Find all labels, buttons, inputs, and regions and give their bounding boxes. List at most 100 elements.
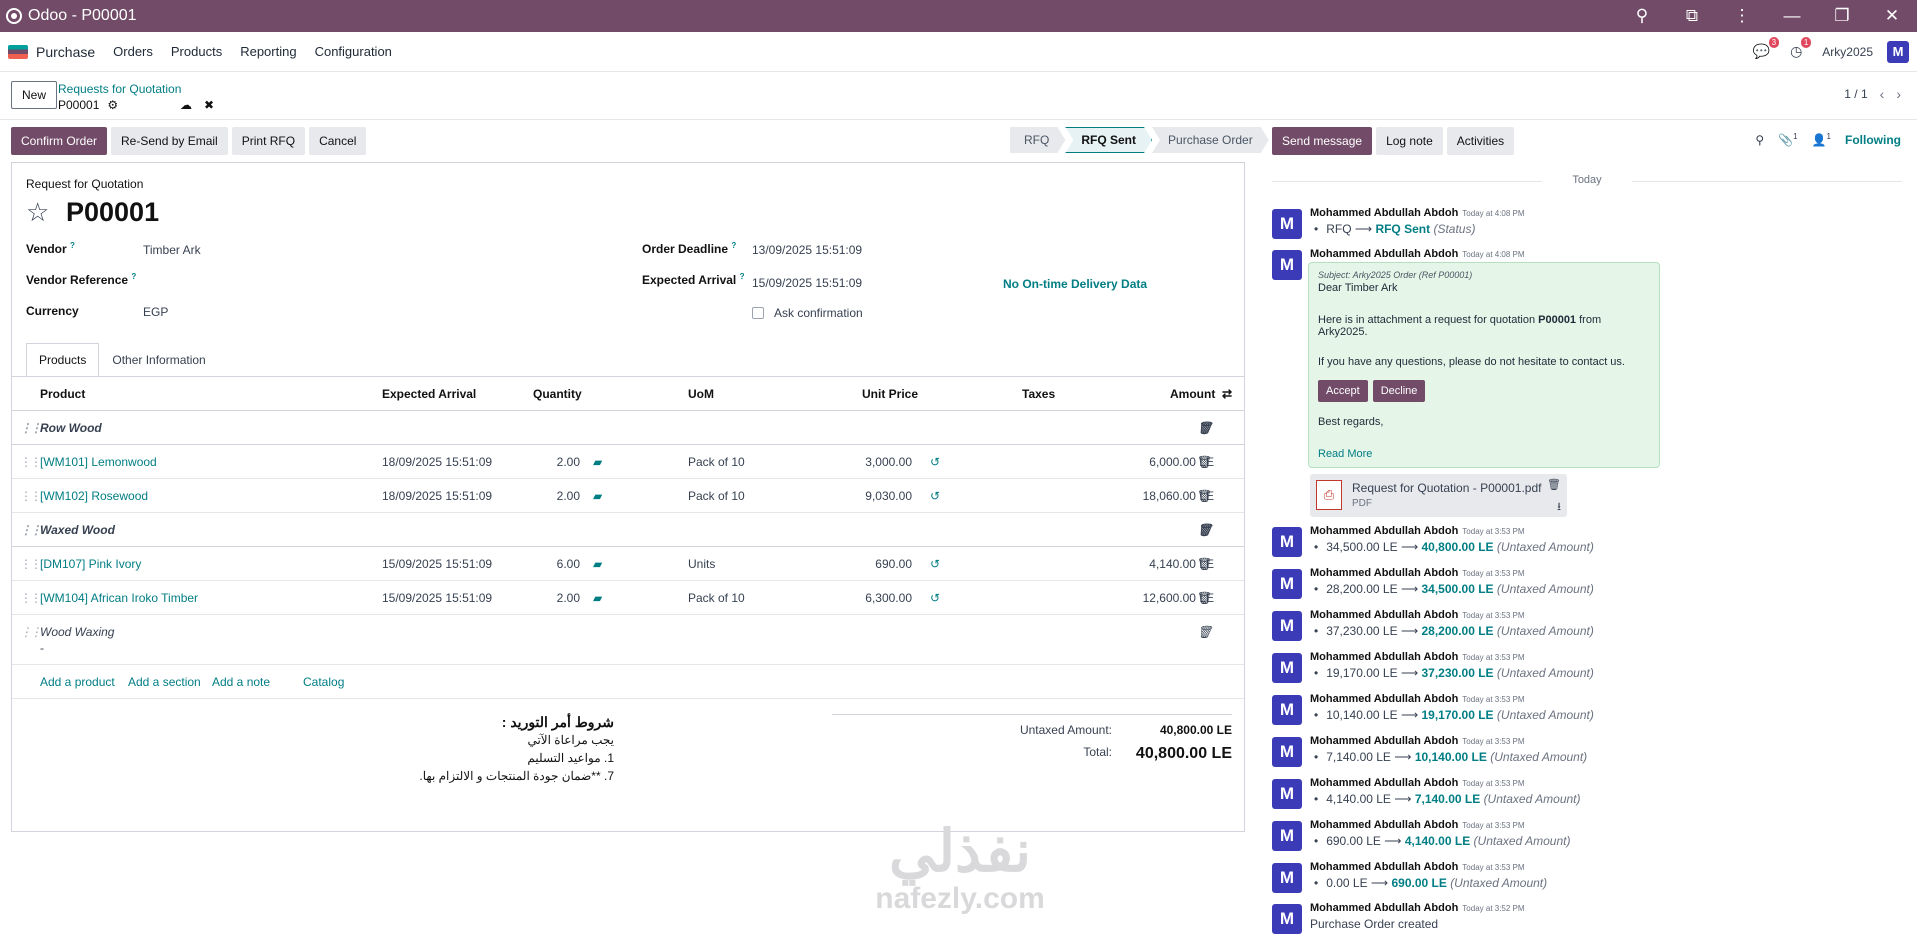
save-cloud-icon[interactable]: ☁ xyxy=(180,98,192,112)
author-name[interactable]: Mohammed Abdullah Abdoh xyxy=(1310,861,1458,873)
line-unit-price[interactable]: 9,030.00 xyxy=(865,489,912,503)
followers-button[interactable]: 👤1 xyxy=(1812,132,1831,147)
author-avatar[interactable]: M xyxy=(1272,904,1302,934)
catalog-link[interactable]: Catalog xyxy=(303,675,344,689)
col-unit-price[interactable]: Unit Price xyxy=(862,387,918,401)
app-name[interactable]: Purchase xyxy=(36,44,95,60)
following-button[interactable]: Following xyxy=(1845,133,1901,147)
author-name[interactable]: Mohammed Abdullah Abdoh xyxy=(1310,819,1458,831)
forecast-chart-icon[interactable]: ▰ xyxy=(593,557,602,571)
more-options-icon[interactable]: ⋮ xyxy=(1717,0,1767,32)
attachment-name[interactable]: Request for Quotation - P00001.pdf xyxy=(1352,481,1541,495)
menu-products[interactable]: Products xyxy=(171,44,222,59)
stage-rfq[interactable]: RFQ xyxy=(1010,127,1065,153)
order-deadline-field[interactable]: 13/09/2025 15:51:09 xyxy=(752,243,862,257)
stage-purchase-order[interactable]: Purchase Order xyxy=(1152,127,1269,153)
line-quantity[interactable]: 6.00 xyxy=(557,557,580,571)
attachment-card[interactable]: ⎙ Request for Quotation - P00001.pdf PDF… xyxy=(1310,474,1567,517)
section-name[interactable]: Waxed Wood xyxy=(40,523,115,537)
line-uom[interactable]: Pack of 10 xyxy=(688,489,745,503)
vendor-field[interactable]: Timber Ark xyxy=(143,243,201,257)
author-name[interactable]: Mohammed Abdullah Abdoh xyxy=(1310,609,1458,621)
product-name[interactable]: [WM102] Rosewood xyxy=(40,489,148,503)
product-row[interactable]: ⋮⋮ [WM101] Lemonwood 18/09/2025 15:51:09… xyxy=(12,445,1244,479)
restore-button[interactable]: ❐ xyxy=(1817,0,1867,32)
author-name[interactable]: Mohammed Abdullah Abdoh xyxy=(1310,651,1458,663)
drag-handle-icon[interactable]: ⋮⋮ xyxy=(20,523,42,537)
trash-icon[interactable]: 🗑 xyxy=(1197,625,1212,639)
ask-confirmation[interactable]: Ask confirmation xyxy=(752,306,863,320)
author-name[interactable]: Mohammed Abdullah Abdoh xyxy=(1310,902,1458,914)
activities-button[interactable]: ◷ 1 xyxy=(1790,37,1812,60)
tab-other-information[interactable]: Other Information xyxy=(99,343,218,377)
author-name[interactable]: Mohammed Abdullah Abdoh xyxy=(1310,777,1458,789)
author-avatar[interactable]: M xyxy=(1272,611,1302,641)
minimize-button[interactable]: — xyxy=(1767,0,1817,32)
line-arrival[interactable]: 18/09/2025 15:51:09 xyxy=(382,455,492,469)
line-uom[interactable]: Pack of 10 xyxy=(688,591,745,605)
activities-button[interactable]: Activities xyxy=(1446,127,1515,155)
line-arrival[interactable]: 15/09/2025 15:51:09 xyxy=(382,557,492,571)
product-row[interactable]: ⋮⋮ [DM107] Pink Ivory 15/09/2025 15:51:0… xyxy=(12,547,1244,581)
author-name[interactable]: Mohammed Abdullah Abdoh xyxy=(1310,693,1458,705)
line-arrival[interactable]: 18/09/2025 15:51:09 xyxy=(382,489,492,503)
stage-rfq-sent[interactable]: RFQ Sent xyxy=(1065,127,1152,153)
section-row[interactable]: ⋮⋮ Row Wood 🗑 xyxy=(12,411,1244,445)
user-avatar[interactable]: M xyxy=(1887,40,1909,63)
author-avatar[interactable]: M xyxy=(1272,569,1302,599)
pager-value[interactable]: 1 / 1 xyxy=(1844,87,1867,101)
product-name[interactable]: [DM107] Pink Ivory xyxy=(40,557,141,571)
send-message-button[interactable]: Send message xyxy=(1272,127,1373,155)
add-product-link[interactable]: Add a product xyxy=(40,675,115,689)
column-settings-icon[interactable]: ⇄ xyxy=(1222,387,1232,401)
discard-icon[interactable]: ✖ xyxy=(204,98,214,112)
line-quantity[interactable]: 2.00 xyxy=(557,489,580,503)
forecast-chart-icon[interactable]: ▰ xyxy=(593,591,602,605)
expected-arrival-field[interactable]: 15/09/2025 15:51:09 xyxy=(752,276,862,290)
trash-icon[interactable]: 🗑 xyxy=(1197,489,1212,503)
log-note-button[interactable]: Log note xyxy=(1376,127,1443,155)
trash-icon[interactable]: 🗑 xyxy=(1197,591,1212,605)
extension-icon[interactable]: ⧉ xyxy=(1667,0,1717,32)
trash-icon[interactable]: 🗑 xyxy=(1547,478,1561,491)
currency-field[interactable]: EGP xyxy=(143,305,168,319)
resend-email-button[interactable]: Re-Send by Email xyxy=(111,127,228,155)
line-uom[interactable]: Units xyxy=(688,557,715,571)
col-expected-arrival[interactable]: Expected Arrival xyxy=(382,387,476,401)
author-avatar[interactable]: M xyxy=(1272,863,1302,893)
price-history-icon[interactable]: ↺ xyxy=(930,489,940,503)
author-avatar[interactable]: M xyxy=(1272,695,1302,725)
section-name[interactable]: Row Wood xyxy=(40,421,102,435)
accept-button[interactable]: Accept xyxy=(1318,380,1368,402)
line-unit-price[interactable]: 690.00 xyxy=(875,557,912,571)
author-avatar[interactable]: M xyxy=(1272,779,1302,809)
download-icon[interactable]: ⭳ xyxy=(1557,498,1561,517)
author-avatar[interactable]: M xyxy=(1272,527,1302,557)
drag-handle-icon[interactable]: ⋮⋮ xyxy=(20,489,42,503)
author-avatar[interactable]: M xyxy=(1272,821,1302,851)
tab-products[interactable]: Products xyxy=(26,343,100,377)
col-taxes[interactable]: Taxes xyxy=(1022,387,1055,401)
author-avatar[interactable]: M xyxy=(1272,250,1302,280)
product-name[interactable]: [WM101] Lemonwood xyxy=(40,455,157,469)
drag-handle-icon[interactable]: ⋮⋮ xyxy=(20,421,42,435)
trash-icon[interactable]: 🗑 xyxy=(1197,421,1212,435)
chevron-right-icon[interactable]: › xyxy=(1896,86,1901,102)
read-more-link[interactable]: Read More xyxy=(1318,448,1650,460)
chevron-left-icon[interactable]: ‹ xyxy=(1880,86,1885,102)
price-history-icon[interactable]: ↺ xyxy=(930,557,940,571)
menu-reporting[interactable]: Reporting xyxy=(240,44,296,59)
decline-button[interactable]: Decline xyxy=(1372,380,1426,402)
line-arrival[interactable]: 15/09/2025 15:51:09 xyxy=(382,591,492,605)
drag-handle-icon[interactable]: ⋮⋮ xyxy=(20,591,42,605)
ontime-delivery-link[interactable]: No On-time Delivery Data xyxy=(1003,277,1147,291)
gear-icon[interactable]: ⚙ xyxy=(107,98,118,112)
forecast-chart-icon[interactable]: ▰ xyxy=(593,489,602,503)
author-name[interactable]: Mohammed Abdullah Abdoh xyxy=(1310,735,1458,747)
close-window-button[interactable]: ✕ xyxy=(1867,0,1917,32)
author-name[interactable]: Mohammed Abdullah Abdoh xyxy=(1310,207,1458,219)
trash-icon[interactable]: 🗑 xyxy=(1197,557,1212,571)
author-name[interactable]: Mohammed Abdullah Abdoh xyxy=(1310,567,1458,579)
note-row[interactable]: ⋮⋮ Wood Waxing - 🗑 xyxy=(12,615,1244,665)
note-text[interactable]: Wood Waxing xyxy=(40,625,114,639)
